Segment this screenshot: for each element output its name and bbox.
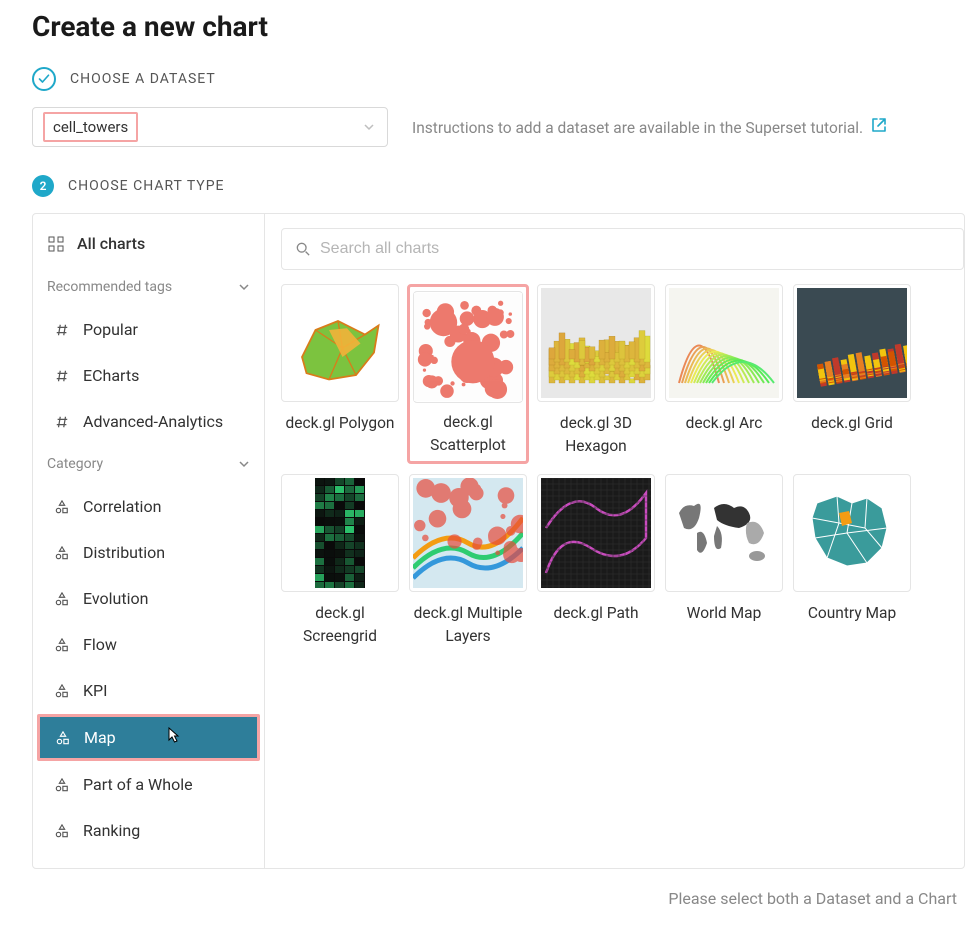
chart-card-world-map[interactable]: World Map xyxy=(665,474,783,649)
chevron-down-icon xyxy=(363,121,375,133)
chart-label: Country Map xyxy=(808,602,896,625)
chart-thumb xyxy=(793,284,911,402)
sidebar-item-label: Map xyxy=(84,728,116,747)
step-2-badge: 2 xyxy=(32,175,54,197)
step-1-header: CHOOSE A DATASET xyxy=(32,67,965,91)
chart-thumb xyxy=(537,284,655,402)
chart-card-deck-gl-grid[interactable]: deck.gl Grid xyxy=(793,284,911,464)
category-icon xyxy=(53,546,71,560)
chart-sidebar: All charts Recommended tags Popular EChar… xyxy=(33,214,265,868)
category-header[interactable]: Category xyxy=(33,450,264,478)
chart-card-deck-gl-arc[interactable]: deck.gl Arc xyxy=(665,284,783,464)
chart-card-deck-gl-scatterplot[interactable]: deck.gl Scatterplot xyxy=(409,284,527,464)
step-2-header: 2 CHOOSE CHART TYPE xyxy=(32,175,965,197)
cursor-icon xyxy=(166,727,182,745)
chart-label: deck.gl Path xyxy=(553,602,638,625)
sidebar-item-label: Ranking xyxy=(83,821,140,840)
chevron-down-icon xyxy=(238,281,250,293)
sidebar-item-label: Table xyxy=(83,867,122,868)
dataset-selected-value: cell_towers xyxy=(43,112,138,142)
chart-thumb xyxy=(281,284,399,402)
chart-search[interactable] xyxy=(281,228,964,270)
hash-icon xyxy=(53,369,71,383)
sidebar-category-evolution[interactable]: Evolution xyxy=(37,576,260,621)
dataset-instructions: Instructions to add a dataset are availa… xyxy=(412,117,887,137)
sidebar-item-label: Flow xyxy=(83,635,117,654)
grid-icon xyxy=(47,236,65,252)
recommended-tags-header[interactable]: Recommended tags xyxy=(33,273,264,301)
hash-icon xyxy=(53,415,71,429)
category-icon xyxy=(53,824,71,838)
chart-card-deck-gl-multiple-layers[interactable]: deck.gl Multiple Layers xyxy=(409,474,527,649)
sidebar-item-label: Advanced-Analytics xyxy=(83,412,223,431)
sidebar-item-label: KPI xyxy=(83,681,107,700)
chart-label: deck.gl 3D Hexagon xyxy=(537,412,655,459)
chart-search-input[interactable] xyxy=(320,240,949,258)
chart-card-deck-gl-path[interactable]: deck.gl Path xyxy=(537,474,655,649)
chart-card-country-map[interactable]: Country Map xyxy=(793,474,911,649)
sidebar-item-label: Correlation xyxy=(83,497,161,516)
chart-label: World Map xyxy=(687,602,762,625)
chart-card-deck-gl-3d-hexagon[interactable]: deck.gl 3D Hexagon xyxy=(537,284,655,464)
sidebar-category-distribution[interactable]: Distribution xyxy=(37,530,260,575)
category-icon xyxy=(53,684,71,698)
sidebar-category-correlation[interactable]: Correlation xyxy=(37,484,260,529)
chart-label: deck.gl Scatterplot xyxy=(414,411,522,458)
chart-grid: deck.gl Polygon deck.gl Scatterplot deck.g… xyxy=(281,284,964,649)
sidebar-all-charts-label: All charts xyxy=(77,234,145,253)
sidebar-tag-advanced-analytics[interactable]: Advanced-Analytics xyxy=(37,399,260,444)
tutorial-link[interactable] xyxy=(871,117,887,133)
chart-main: deck.gl Polygon deck.gl Scatterplot deck.g… xyxy=(265,214,964,868)
chart-label: deck.gl Grid xyxy=(811,412,893,435)
sidebar-category-map[interactable]: Map xyxy=(37,714,260,761)
chart-thumb xyxy=(537,474,655,592)
sidebar-item-label: Distribution xyxy=(83,543,165,562)
sidebar-all-charts[interactable]: All charts xyxy=(33,226,264,267)
sidebar-item-label: Part of a Whole xyxy=(83,775,193,794)
category-icon xyxy=(53,638,71,652)
chart-thumb: deck.gl Scatterplot xyxy=(407,284,529,464)
dataset-select[interactable]: cell_towers xyxy=(32,107,388,147)
sidebar-category-ranking[interactable]: Ranking xyxy=(37,808,260,853)
chart-picker-panel: All charts Recommended tags Popular EChar… xyxy=(32,213,965,869)
category-icon xyxy=(54,731,72,745)
category-icon xyxy=(53,592,71,606)
sidebar-category-table[interactable]: Table xyxy=(37,854,260,868)
chart-thumb xyxy=(793,474,911,592)
chevron-down-icon xyxy=(238,458,250,470)
sidebar-category-flow[interactable]: Flow xyxy=(37,622,260,667)
chart-thumb xyxy=(665,284,783,402)
chart-label: deck.gl Multiple Layers xyxy=(409,602,527,649)
search-icon xyxy=(296,242,310,256)
sidebar-tag-popular[interactable]: Popular xyxy=(37,307,260,352)
hash-icon xyxy=(53,323,71,337)
sidebar-item-label: Popular xyxy=(83,320,138,339)
chart-label: deck.gl Polygon xyxy=(286,412,395,435)
chart-card-deck-gl-screengrid[interactable]: deck.gl Screengrid xyxy=(281,474,399,649)
page-title: Create a new chart xyxy=(32,10,965,43)
step-1-title: CHOOSE A DATASET xyxy=(70,71,216,87)
category-icon xyxy=(53,778,71,792)
chart-thumb xyxy=(281,474,399,592)
chart-thumb xyxy=(409,474,527,592)
sidebar-item-label: Evolution xyxy=(83,589,148,608)
sidebar-category-part-of-a-whole[interactable]: Part of a Whole xyxy=(37,762,260,807)
chart-card-deck-gl-polygon[interactable]: deck.gl Polygon xyxy=(281,284,399,464)
category-icon xyxy=(53,500,71,514)
sidebar-tag-echarts[interactable]: ECharts xyxy=(37,353,260,398)
chart-label: deck.gl Arc xyxy=(686,412,763,435)
step-complete-icon xyxy=(32,67,56,91)
step-2-title: CHOOSE CHART TYPE xyxy=(68,178,224,194)
chart-thumb xyxy=(665,474,783,592)
sidebar-item-label: ECharts xyxy=(83,366,139,385)
chart-label: deck.gl Screengrid xyxy=(281,602,399,649)
sidebar-category-kpi[interactable]: KPI xyxy=(37,668,260,713)
footer-validation-msg: Please select both a Dataset and a Chart xyxy=(668,889,957,908)
